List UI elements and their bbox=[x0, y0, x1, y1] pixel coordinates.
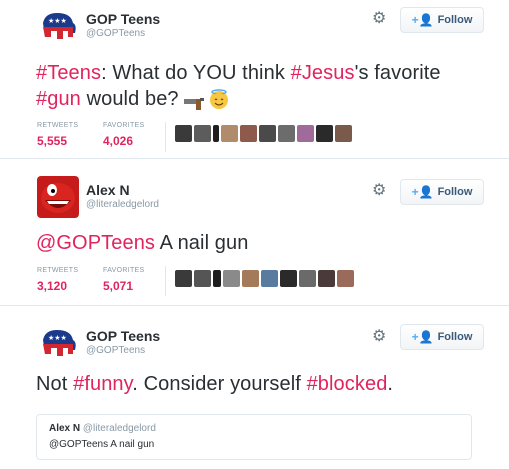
follow-label: Follow bbox=[437, 14, 473, 26]
avatar[interactable] bbox=[240, 125, 257, 142]
red-creature-avatar-icon bbox=[37, 176, 79, 218]
hashtag-link[interactable]: #Jesus bbox=[291, 62, 355, 84]
text-run: A nail gun bbox=[155, 232, 249, 254]
elephant-logo-icon: ★★★ bbox=[37, 7, 79, 49]
favoriter-avatars bbox=[175, 125, 352, 142]
hashtag-link[interactable]: #gun bbox=[36, 88, 81, 110]
favorites-count[interactable]: 5,071 bbox=[103, 279, 133, 293]
author-handle[interactable]: @GOPTeens bbox=[86, 28, 145, 39]
text-run: : What do YOU think bbox=[101, 62, 291, 84]
follow-button[interactable]: +👤 Follow bbox=[400, 179, 484, 205]
tweet-text: Not #funny. Consider yourself #blocked. bbox=[36, 373, 393, 396]
svg-text:★★★: ★★★ bbox=[48, 17, 67, 25]
gun-emoji-icon bbox=[184, 94, 205, 110]
gear-icon[interactable]: ⚙ bbox=[372, 11, 386, 27]
text-run: . bbox=[387, 373, 394, 395]
follow-label: Follow bbox=[437, 186, 473, 198]
retweets-count[interactable]: 5,555 bbox=[37, 134, 67, 148]
avatar[interactable] bbox=[278, 125, 295, 142]
avatar[interactable] bbox=[213, 270, 221, 287]
avatar[interactable] bbox=[175, 125, 192, 142]
gear-icon[interactable]: ⚙ bbox=[372, 183, 386, 199]
author-name[interactable]: GOP Teens bbox=[86, 328, 160, 344]
halo-smile-emoji-icon bbox=[209, 88, 228, 109]
follow-button[interactable]: +👤 Follow bbox=[400, 324, 484, 350]
alex-avatar[interactable] bbox=[37, 176, 79, 218]
avatar[interactable] bbox=[223, 270, 240, 287]
avatar[interactable] bbox=[194, 270, 211, 287]
avatar[interactable] bbox=[318, 270, 335, 287]
follow-person-icon: +👤 bbox=[411, 185, 434, 199]
follow-person-icon: +👤 bbox=[411, 330, 434, 344]
avatar[interactable] bbox=[280, 270, 297, 287]
avatar[interactable] bbox=[299, 270, 316, 287]
gop-elephant-avatar[interactable]: ★★★ bbox=[37, 7, 79, 49]
author-name[interactable]: Alex N bbox=[86, 182, 130, 198]
retweets-count[interactable]: 3,120 bbox=[37, 279, 67, 293]
author-handle[interactable]: @literaledgelord bbox=[86, 199, 159, 210]
quoted-author-name: Alex N bbox=[49, 423, 81, 434]
gear-icon[interactable]: ⚙ bbox=[372, 329, 386, 345]
avatar[interactable] bbox=[194, 125, 211, 142]
author-handle[interactable]: @GOPTeens bbox=[86, 345, 145, 356]
quoted-author-handle: @literaledgelord bbox=[82, 423, 156, 434]
stat-divider bbox=[165, 266, 166, 296]
tweet-text: #Teens: What do YOU think #Jesus's favor… bbox=[36, 62, 441, 85]
avatar[interactable] bbox=[175, 270, 192, 287]
quoted-text: @GOPTeens A nail gun bbox=[49, 439, 155, 450]
avatar[interactable] bbox=[337, 270, 354, 287]
hashtag-link[interactable]: #funny bbox=[73, 373, 132, 395]
stat-divider bbox=[165, 122, 166, 152]
text-run: Not bbox=[36, 373, 74, 395]
favorites-count[interactable]: 4,026 bbox=[103, 134, 133, 148]
retweets-label: RETWEETS bbox=[37, 122, 79, 129]
text-run: 's favorite bbox=[354, 62, 441, 84]
avatar[interactable] bbox=[297, 125, 314, 142]
avatar[interactable] bbox=[335, 125, 352, 142]
avatar[interactable] bbox=[221, 125, 238, 142]
quoted-tweet[interactable]: Alex N @literaledgelord @GOPTeens A nail… bbox=[36, 414, 472, 460]
avatar[interactable] bbox=[242, 270, 259, 287]
favorites-label: FAVORITES bbox=[103, 122, 145, 129]
text-run: . Consider yourself bbox=[132, 373, 307, 395]
hashtag-link[interactable]: #Teens bbox=[36, 62, 101, 84]
follow-button[interactable]: +👤 Follow bbox=[400, 7, 484, 33]
avatar[interactable] bbox=[316, 125, 333, 142]
gop-elephant-avatar[interactable]: ★★★ bbox=[37, 324, 79, 366]
avatar[interactable] bbox=[213, 125, 219, 142]
avatar[interactable] bbox=[261, 270, 278, 287]
text-run: would be? bbox=[80, 88, 185, 110]
tweet-separator bbox=[0, 305, 509, 306]
follow-person-icon: +👤 bbox=[411, 13, 434, 27]
avatar[interactable] bbox=[259, 125, 276, 142]
favorites-label: FAVORITES bbox=[103, 267, 145, 274]
tweet-separator bbox=[0, 158, 509, 159]
follow-label: Follow bbox=[437, 331, 473, 343]
svg-text:★★★: ★★★ bbox=[48, 334, 67, 342]
mention-link[interactable]: @GOPTeens bbox=[36, 232, 155, 254]
retweets-label: RETWEETS bbox=[37, 267, 79, 274]
hashtag-link[interactable]: #blocked bbox=[307, 373, 388, 395]
author-name[interactable]: GOP Teens bbox=[86, 11, 160, 27]
quoted-author: Alex N @literaledgelord bbox=[49, 423, 156, 434]
tweet-text: @GOPTeens A nail gun bbox=[36, 232, 248, 255]
elephant-logo-icon: ★★★ bbox=[37, 324, 79, 366]
favoriter-avatars bbox=[175, 270, 354, 287]
tweet-text-line-2: #gun would be? bbox=[36, 88, 228, 111]
